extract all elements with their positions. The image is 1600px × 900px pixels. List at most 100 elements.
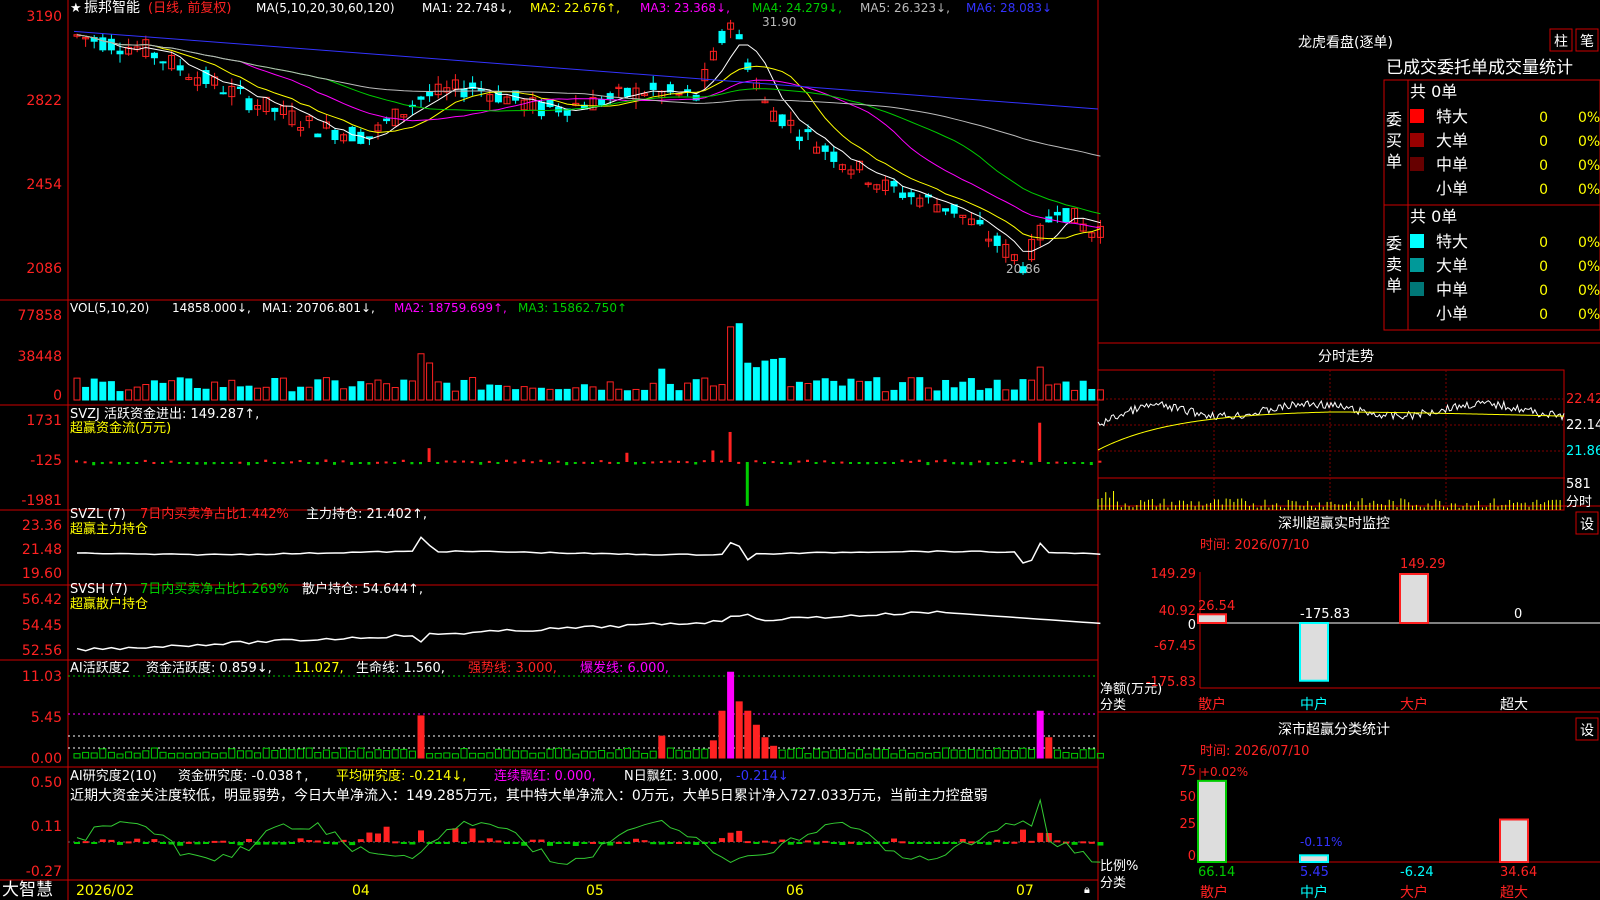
ai1-tick: 5.45 <box>31 710 62 726</box>
activity-bar <box>520 750 528 759</box>
fund-flow-bar <box>178 462 182 464</box>
activity-bar <box>305 747 313 759</box>
activity-bar <box>684 750 692 759</box>
volume-bar <box>684 382 692 401</box>
svsh-tick: 52.56 <box>22 643 62 659</box>
stats-settings-label[interactable]: 设 <box>1580 723 1594 739</box>
volume-bar <box>959 381 967 401</box>
dragon-tab[interactable]: 已成交委托单成交量统计 <box>1386 58 1573 78</box>
research-bar <box>650 842 657 845</box>
research-bar <box>435 842 442 844</box>
research-bar <box>237 842 244 846</box>
ai1-c: 生命线: 1.560, <box>356 660 445 676</box>
fund-flow-bar <box>1003 462 1007 464</box>
ai1-tick: 11.03 <box>22 669 62 685</box>
ai2-b: 平均研究度: -0.214↓, <box>336 768 466 784</box>
research-bar <box>633 838 639 842</box>
price-low-label: 20.86 <box>1006 262 1040 276</box>
volume-bar <box>632 388 640 401</box>
volume-bar <box>761 360 769 401</box>
activity-bar <box>580 750 588 759</box>
fund-flow-bar <box>831 462 835 464</box>
research-bar <box>719 838 725 842</box>
research-bar <box>486 838 493 842</box>
volume-bar <box>916 377 924 401</box>
net-amount-bar <box>1399 573 1429 624</box>
fund-flow-bar <box>143 459 147 462</box>
activity-bar <box>133 752 141 759</box>
ma4-value: MA4: 24.279↓, <box>752 1 842 15</box>
favorite-star-icon[interactable]: ★ <box>70 1 82 16</box>
lock-icon[interactable]: 🔒︎ <box>1084 883 1090 896</box>
svzl-tick: 23.36 <box>22 518 62 534</box>
volume-bar <box>408 380 416 401</box>
activity-bar <box>365 751 373 759</box>
research-bar <box>693 842 700 845</box>
volume-bar <box>503 385 511 401</box>
monitor-settings-label[interactable]: 设 <box>1580 517 1594 533</box>
research-bar <box>684 842 691 845</box>
ratio-label: -6.24 <box>1400 865 1434 880</box>
research-bar <box>108 839 115 842</box>
activity-bar <box>245 750 253 759</box>
fund-flow-bar <box>393 462 397 464</box>
fund-flow-bar <box>505 459 508 462</box>
activity-bar <box>434 752 442 759</box>
volume-bar <box>90 378 98 401</box>
ai2-tick: 0.11 <box>31 819 62 835</box>
research-bar <box>117 842 123 845</box>
ratio-label: 66.14 <box>1198 865 1235 880</box>
activity-bar <box>615 749 623 759</box>
activity-bar <box>881 749 889 759</box>
tick-mode-label[interactable]: 笔 <box>1580 34 1594 50</box>
activity-bar <box>400 748 408 759</box>
research-bar <box>1002 842 1009 844</box>
fund-flow-bar <box>771 461 775 464</box>
activity-bar <box>391 749 399 759</box>
research-bar <box>74 842 80 844</box>
research-bar <box>512 842 519 844</box>
fund-flow-bar <box>668 460 672 463</box>
fund-flow-bar <box>1038 422 1042 462</box>
research-bar <box>91 842 98 844</box>
activity-bar <box>856 749 864 759</box>
volume-bar <box>546 388 554 401</box>
volume-bar <box>967 378 975 401</box>
volume-bar <box>219 387 227 401</box>
fund-flow-bar <box>436 462 440 464</box>
candle-body <box>899 192 907 198</box>
vol-ma1: MA1: 20706.801↓, <box>262 301 375 315</box>
candle-body <box>357 131 365 144</box>
candle-body <box>219 92 227 95</box>
net-amount-label: 26.54 <box>1198 599 1235 614</box>
volume-bar <box>847 378 855 401</box>
ma-line-30 <box>76 34 1101 215</box>
row-count: 0 <box>1539 283 1548 299</box>
research-bar <box>830 842 837 844</box>
fund-flow-bar <box>221 462 225 464</box>
stats-ylabel: 比例% <box>1100 859 1138 874</box>
fund-flow-bar <box>995 462 999 464</box>
volume-bar <box>202 388 210 401</box>
research-bar <box>323 842 330 844</box>
stock-chart-canvas[interactable]: 26.54-175.83149.29066.14 5.45 -6.24 34.64+0… <box>0 0 1600 900</box>
activity-bar <box>572 753 580 759</box>
fund-flow-bar <box>453 460 457 463</box>
monitor-ylabel: 净额(万元) <box>1100 682 1162 697</box>
row-label: 特大 <box>1436 107 1468 126</box>
activity-bar <box>838 748 846 759</box>
volume-bar <box>873 377 881 401</box>
row-count: 0 <box>1539 134 1548 150</box>
volume-bar <box>864 381 872 401</box>
volume-bar <box>107 381 115 401</box>
activity-bar <box>1071 752 1079 759</box>
activity-bar <box>331 752 339 759</box>
volume-bar <box>838 385 846 401</box>
svzl-hold: 主力持仓: 21.402↑, <box>306 507 427 522</box>
monitor-tick: 0 <box>1188 618 1196 633</box>
volume-bar <box>692 379 700 401</box>
period-mode[interactable]: (日线, 前复权) <box>148 0 231 16</box>
volume-bar <box>314 379 322 401</box>
research-bar <box>916 842 923 844</box>
bar-mode-label[interactable]: 柱 <box>1554 34 1568 50</box>
